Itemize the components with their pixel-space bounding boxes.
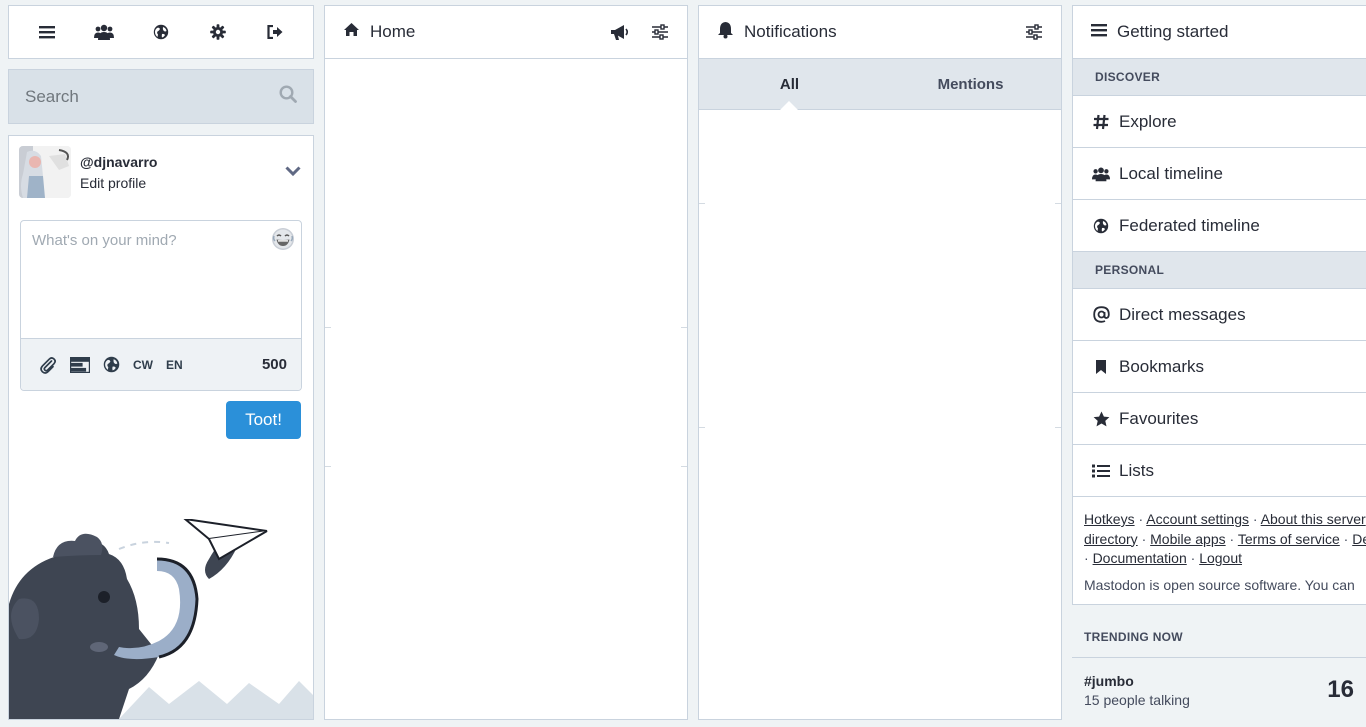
trending-heading: TRENDING NOW [1072, 616, 1366, 658]
globe-icon [1092, 217, 1110, 235]
bookmarks-link[interactable]: Bookmarks [1073, 341, 1366, 393]
divider [1055, 427, 1061, 428]
toot-button[interactable]: Toot! [226, 401, 301, 439]
compose-navbar [8, 5, 314, 59]
paperclip-icon[interactable] [39, 356, 57, 374]
compose-textarea[interactable] [21, 221, 301, 339]
explore-link[interactable]: Explore [1073, 96, 1366, 148]
column-settings-icon[interactable] [1023, 21, 1045, 43]
language-button[interactable]: EN [166, 358, 183, 372]
federated-timeline-label: Federated timeline [1119, 215, 1260, 235]
trend-people-count: 15 people talking [1084, 691, 1190, 708]
bookmark-icon [1092, 358, 1110, 376]
compose-form: @djnavarro Edit profile C [8, 135, 314, 720]
developers-link[interactable]: De [1352, 531, 1366, 547]
trend-uses-count: 16 [1327, 676, 1354, 703]
hashtag-icon [1092, 113, 1110, 131]
at-icon [1092, 306, 1110, 324]
lists-label: Lists [1119, 460, 1154, 480]
about-server-link[interactable]: About this server [1261, 511, 1366, 527]
star-icon [1092, 410, 1110, 428]
logout-icon[interactable] [263, 20, 287, 44]
compose-toolbar: CW EN 500 [21, 338, 301, 390]
users-icon [1092, 165, 1110, 183]
tab-mentions[interactable]: Mentions [880, 59, 1061, 109]
emoji-picker-icon[interactable] [271, 227, 295, 251]
column-title: Getting started [1117, 22, 1229, 41]
documentation-link[interactable]: Documentation [1093, 550, 1187, 566]
hotkeys-link[interactable]: Hotkeys [1084, 511, 1135, 527]
home-column-header[interactable]: Home [325, 6, 687, 59]
getting-started-header[interactable]: Getting started [1073, 6, 1366, 59]
about-text: Mastodon is open source software. You ca… [1084, 576, 1355, 593]
divider [699, 203, 705, 204]
direct-messages-label: Direct messages [1119, 304, 1246, 324]
logout-link[interactable]: Logout [1199, 550, 1242, 566]
divider [681, 327, 687, 328]
notifications-column: Notifications All Mentions [698, 5, 1062, 720]
trending-item[interactable]: #jumbo 15 people talking 16 [1072, 659, 1366, 721]
home-column: Home [324, 5, 688, 720]
account-settings-link[interactable]: Account settings [1146, 511, 1249, 527]
trend-hashtag[interactable]: #jumbo [1084, 673, 1190, 689]
notifications-column-header[interactable]: Notifications [699, 6, 1061, 59]
directory-link[interactable]: directory [1084, 531, 1138, 547]
visibility-globe-icon[interactable] [103, 356, 120, 373]
getting-started-column: Getting started DISCOVER Explore Local t… [1072, 5, 1366, 605]
avatar[interactable] [19, 146, 71, 198]
search-bar [8, 69, 314, 124]
chevron-down-icon[interactable] [285, 164, 301, 182]
local-timeline-icon[interactable] [92, 20, 116, 44]
bell-icon [717, 21, 734, 44]
lists-link[interactable]: Lists [1073, 445, 1366, 497]
home-icon [343, 22, 360, 42]
divider [699, 427, 705, 428]
active-tab-indicator [780, 101, 798, 110]
announcements-icon[interactable] [609, 21, 631, 43]
personal-heading: PERSONAL [1073, 252, 1366, 289]
column-title: Home [370, 22, 416, 41]
favourites-link[interactable]: Favourites [1073, 393, 1366, 445]
compose-column: @djnavarro Edit profile C [8, 5, 314, 720]
profile-acct[interactable]: @djnavarro [80, 154, 157, 170]
direct-messages-link[interactable]: Direct messages [1073, 289, 1366, 341]
compose-editor: CW EN 500 [20, 220, 302, 391]
mastodon-mascot-illustration [9, 519, 313, 719]
terms-of-service-link[interactable]: Terms of service [1238, 531, 1340, 547]
search-input[interactable] [25, 86, 279, 107]
menu-icon [1091, 23, 1107, 42]
character-counter: 500 [261, 356, 287, 373]
notification-filter-bar: All Mentions [699, 59, 1061, 110]
menu-icon[interactable] [35, 20, 59, 44]
poll-icon[interactable] [70, 356, 90, 373]
local-timeline-link[interactable]: Local timeline [1073, 148, 1366, 200]
preferences-icon[interactable] [206, 20, 230, 44]
content-warning-button[interactable]: CW [133, 358, 153, 372]
search-icon[interactable] [279, 85, 297, 108]
navigation-bar-profile: @djnavarro Edit profile [19, 146, 157, 198]
column-title: Notifications [744, 22, 837, 41]
edit-profile-link[interactable]: Edit profile [80, 175, 157, 191]
divider [325, 327, 331, 328]
divider [681, 466, 687, 467]
mobile-apps-link[interactable]: Mobile apps [1150, 531, 1226, 547]
column-settings-icon[interactable] [649, 21, 671, 43]
favourites-label: Favourites [1119, 408, 1199, 428]
getting-started-footer: Hotkeys · Account settings · About this … [1073, 497, 1366, 569]
divider [1055, 203, 1061, 204]
local-timeline-label: Local timeline [1119, 163, 1223, 183]
explore-label: Explore [1119, 111, 1177, 131]
discover-heading: DISCOVER [1073, 59, 1366, 96]
federated-timeline-link[interactable]: Federated timeline [1073, 200, 1366, 252]
federated-timeline-icon[interactable] [149, 20, 173, 44]
divider [325, 466, 331, 467]
list-icon [1092, 462, 1110, 480]
bookmarks-label: Bookmarks [1119, 356, 1205, 376]
